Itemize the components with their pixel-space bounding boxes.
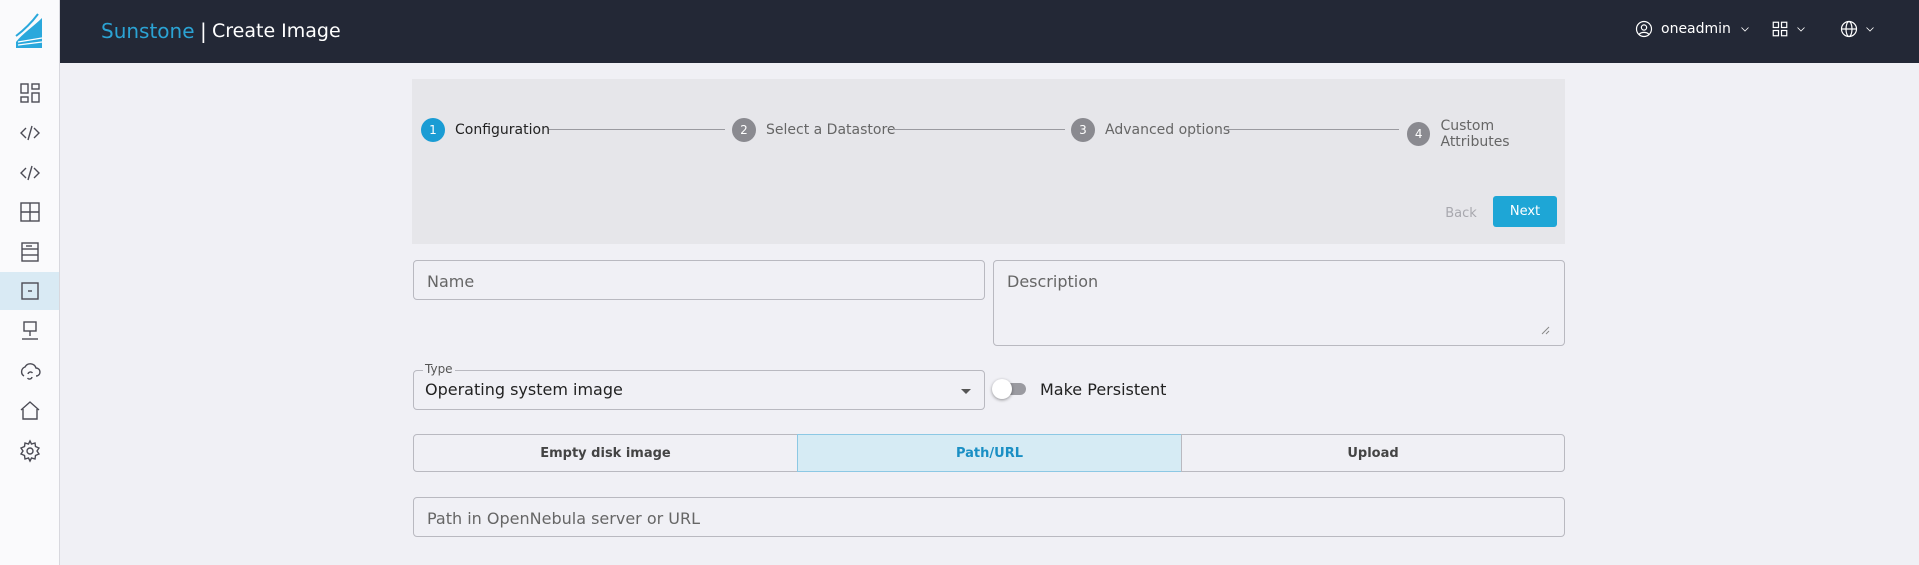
back-button[interactable]: Back xyxy=(1435,198,1487,228)
sidebar-item-home[interactable] xyxy=(0,392,59,430)
step-connector xyxy=(1225,129,1399,130)
sidebar-item-settings[interactable] xyxy=(0,432,59,470)
user-menu[interactable]: oneadmin xyxy=(1635,20,1751,38)
code-icon xyxy=(19,125,40,141)
sidebar-item-cloud[interactable] xyxy=(0,352,59,390)
sidebar-item-storage[interactable] xyxy=(0,233,59,271)
cloud-sync-icon xyxy=(20,363,41,380)
language-menu[interactable] xyxy=(1840,20,1876,38)
persistent-toggle[interactable] xyxy=(992,379,1028,399)
sidebar xyxy=(0,0,60,565)
globe-icon xyxy=(1840,20,1858,38)
storage-icon xyxy=(20,242,39,262)
description-textarea[interactable]: Description xyxy=(993,260,1565,346)
step-connector xyxy=(893,129,1065,130)
username: oneadmin xyxy=(1661,21,1731,37)
sidebar-item-templates[interactable] xyxy=(0,114,59,152)
user-icon xyxy=(1635,20,1653,38)
step-connector xyxy=(549,129,725,130)
step-configuration[interactable]: 1 Configuration xyxy=(421,118,550,142)
page-title: Create Image xyxy=(212,20,341,42)
image-icon xyxy=(20,282,39,300)
apps-menu[interactable] xyxy=(1771,20,1807,38)
settings-icon xyxy=(19,439,40,463)
stepper-panel: 1 Configuration 2 Select a Datastore 3 A… xyxy=(412,79,1565,244)
toggle-thumb xyxy=(992,379,1012,399)
title-separator: | xyxy=(200,19,207,43)
apps-grid-icon xyxy=(1772,21,1788,37)
step-label: Select a Datastore xyxy=(766,122,896,138)
grid-icon xyxy=(19,202,40,222)
sidebar-item-infrastructure[interactable] xyxy=(0,193,59,231)
name-input[interactable]: Name xyxy=(413,260,985,300)
step-custom-attributes[interactable]: 4 Custom Attributes xyxy=(1407,118,1565,150)
next-button[interactable]: Next xyxy=(1493,196,1557,227)
step-number: 2 xyxy=(732,118,756,142)
type-label: Type xyxy=(423,362,455,376)
opennebula-logo-icon[interactable] xyxy=(12,12,46,50)
path-placeholder: Path in OpenNebula server or URL xyxy=(427,509,701,528)
type-select-value: Operating system image xyxy=(425,380,623,399)
sidebar-item-images[interactable] xyxy=(0,272,59,310)
sidebar-item-network[interactable] xyxy=(0,312,59,350)
caret-down-icon xyxy=(961,389,971,394)
step-select-datastore[interactable]: 2 Select a Datastore xyxy=(732,118,896,142)
step-number: 1 xyxy=(421,118,445,142)
step-label: Configuration xyxy=(455,122,550,138)
sidebar-item-dashboard[interactable] xyxy=(0,74,59,112)
empty-disk-image-option[interactable]: Empty disk image xyxy=(413,434,798,472)
code-icon xyxy=(19,165,40,181)
upload-option[interactable]: Upload xyxy=(1181,434,1565,472)
chevron-down-icon xyxy=(1741,27,1749,32)
home-icon xyxy=(20,401,39,420)
top-bar: Sunstone | Create Image oneadmin xyxy=(60,0,1919,63)
resize-grip-icon[interactable] xyxy=(1541,326,1550,335)
path-url-option[interactable]: Path/URL xyxy=(797,434,1182,472)
network-icon xyxy=(21,321,38,340)
dashboard-icon xyxy=(19,83,40,103)
path-url-input[interactable]: Path in OpenNebula server or URL xyxy=(413,497,1565,537)
step-number: 3 xyxy=(1071,118,1095,142)
description-placeholder: Description xyxy=(1007,272,1099,291)
chevron-down-icon xyxy=(1797,27,1805,32)
step-label: Advanced options xyxy=(1105,122,1231,138)
brand-name[interactable]: Sunstone xyxy=(101,19,195,43)
persistent-label: Make Persistent xyxy=(1040,380,1167,399)
step-label: Custom Attributes xyxy=(1440,118,1510,150)
sidebar-item-instances[interactable] xyxy=(0,154,59,192)
chevron-down-icon xyxy=(1866,27,1874,32)
step-advanced-options[interactable]: 3 Advanced options xyxy=(1071,118,1230,142)
step-number: 4 xyxy=(1407,122,1431,146)
name-placeholder: Name xyxy=(427,272,475,291)
